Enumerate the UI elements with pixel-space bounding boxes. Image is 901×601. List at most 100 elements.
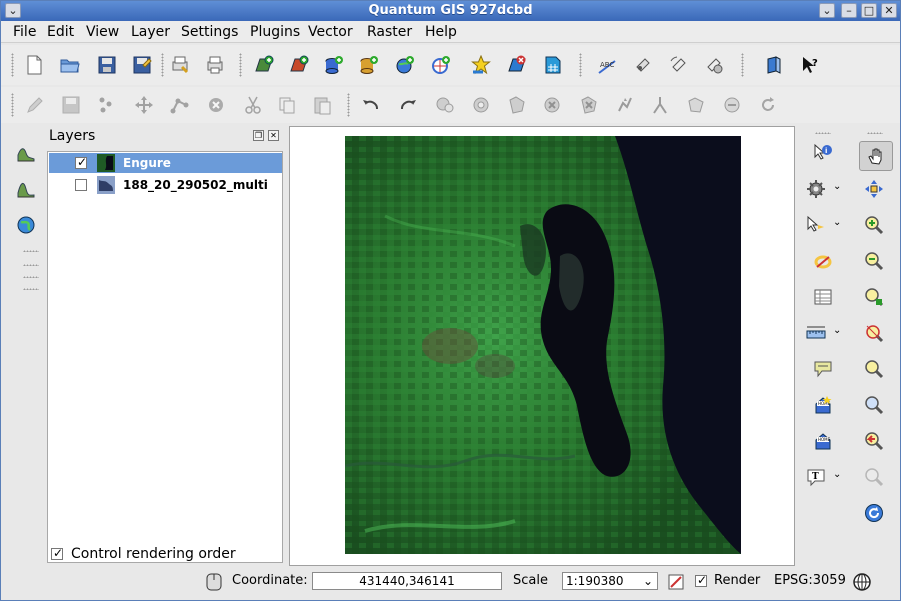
toolbar-grip[interactable]: [11, 53, 14, 77]
maximize-button[interactable]: □: [861, 3, 877, 18]
label-button[interactable]: ABC: [594, 52, 620, 78]
remove-layer-button[interactable]: [504, 52, 530, 78]
toolbar-grip[interactable]: [161, 53, 164, 77]
toggle-editing-button[interactable]: [22, 92, 48, 118]
minimize-button[interactable]: ⌄: [819, 3, 835, 18]
toggle-extents-button[interactable]: [201, 569, 227, 595]
delete-part-button[interactable]: [576, 92, 602, 118]
open-project-button[interactable]: [57, 52, 83, 78]
cut-features-button[interactable]: [240, 92, 266, 118]
render-checkbox[interactable]: [695, 573, 707, 587]
toolbar-grip[interactable]: [23, 264, 39, 266]
save-project-button[interactable]: [94, 52, 120, 78]
histogram-stretch-button[interactable]: [13, 140, 39, 166]
toolbar-grip[interactable]: [347, 93, 350, 117]
zoom-last-button[interactable]: [861, 392, 887, 418]
menu-help[interactable]: Help: [425, 24, 457, 40]
menu-layer[interactable]: Layer: [131, 24, 170, 40]
chevron-down-icon[interactable]: ⌄: [833, 469, 841, 480]
zoom-back-button[interactable]: [861, 428, 887, 454]
toolbar-grip[interactable]: [815, 132, 831, 134]
add-ring-button[interactable]: [468, 92, 494, 118]
new-bookmark-button[interactable]: HOME: [810, 392, 836, 418]
redo-button[interactable]: [395, 92, 421, 118]
move-feature-button[interactable]: [131, 92, 157, 118]
merge-attributes-button[interactable]: [719, 92, 745, 118]
delete-ring-button[interactable]: [539, 92, 565, 118]
whats-this-button[interactable]: ?: [797, 52, 823, 78]
menu-view[interactable]: View: [86, 24, 119, 40]
close-panel-button[interactable]: ✕: [268, 130, 279, 141]
help-contents-button[interactable]: [761, 52, 787, 78]
zoom-in-button[interactable]: [861, 212, 887, 238]
delete-selected-button[interactable]: [203, 92, 229, 118]
add-wms-layer-button[interactable]: [392, 52, 418, 78]
deselect-button[interactable]: [810, 248, 836, 274]
globe-button[interactable]: [13, 212, 39, 238]
toolbar-grip[interactable]: [23, 288, 39, 290]
add-vector-layer-button[interactable]: [251, 52, 277, 78]
menu-vector[interactable]: Vector: [308, 24, 353, 40]
control-rendering-checkbox[interactable]: [51, 546, 63, 560]
text-annotation-button[interactable]: T: [803, 464, 829, 490]
measure-line-button[interactable]: [803, 320, 829, 346]
split-features-button[interactable]: [647, 92, 673, 118]
menu-settings[interactable]: Settings: [181, 24, 238, 40]
scale-combobox[interactable]: 1:190380 ⌄: [562, 572, 658, 590]
projection-button[interactable]: [849, 569, 875, 595]
toolbar-grip[interactable]: [579, 53, 582, 77]
copy-features-button[interactable]: [274, 92, 300, 118]
layer-row[interactable]: Engure: [49, 153, 282, 173]
layer-list[interactable]: Engure 188_20_290502_multi: [47, 151, 283, 563]
add-wcs-layer-button[interactable]: [428, 52, 454, 78]
save-edits-button[interactable]: [58, 92, 84, 118]
save-as-button[interactable]: [129, 52, 155, 78]
zoom-actual-button[interactable]: [861, 356, 887, 382]
zoom-to-selection-button[interactable]: [861, 284, 887, 310]
new-project-button[interactable]: [21, 52, 47, 78]
toolbar-grip[interactable]: [867, 132, 883, 134]
menu-raster[interactable]: Raster: [367, 24, 412, 40]
print-button[interactable]: [202, 52, 228, 78]
reshape-features-button[interactable]: [612, 92, 638, 118]
rotate-label-button[interactable]: [665, 52, 691, 78]
toolbar-grip[interactable]: [239, 53, 242, 77]
chevron-down-icon[interactable]: ⌄: [833, 217, 841, 228]
run-feature-action-button[interactable]: [803, 176, 829, 202]
add-postgis-layer-button[interactable]: [321, 52, 347, 78]
change-label-button[interactable]: [701, 52, 727, 78]
stop-rendering-button[interactable]: [663, 569, 689, 595]
add-part-button[interactable]: [504, 92, 530, 118]
node-tool-button[interactable]: [167, 92, 193, 118]
select-features-button[interactable]: [803, 212, 829, 238]
undo-button[interactable]: [358, 92, 384, 118]
new-raster-button[interactable]: [540, 52, 566, 78]
map-canvas[interactable]: [289, 126, 795, 566]
print-composer-button[interactable]: [167, 52, 193, 78]
layer-visibility-checkbox[interactable]: [75, 155, 87, 169]
epsg-label[interactable]: EPSG:3059: [774, 573, 846, 588]
pan-map-button[interactable]: [859, 141, 893, 171]
coordinate-field[interactable]: 431440,346141: [312, 572, 502, 590]
attribute-table-button[interactable]: [810, 284, 836, 310]
zoom-out-button[interactable]: [861, 248, 887, 274]
map-tips-button[interactable]: [810, 356, 836, 382]
toolbar-grip[interactable]: [11, 93, 14, 117]
add-raster-layer-button[interactable]: [286, 52, 312, 78]
zoom-next-button[interactable]: [861, 464, 887, 490]
zoom-to-layer-button[interactable]: [861, 320, 887, 346]
layer-visibility-checkbox[interactable]: [75, 179, 87, 191]
zoom-full-button[interactable]: [861, 176, 887, 202]
simplify-feature-button[interactable]: [432, 92, 458, 118]
chevron-down-icon[interactable]: ⌄: [833, 181, 841, 192]
menu-plugins[interactable]: Plugins: [250, 24, 300, 40]
layer-row[interactable]: 188_20_290502_multi: [49, 175, 282, 195]
minimize-to-bar-button[interactable]: –: [841, 3, 857, 18]
add-spatialite-layer-button[interactable]: [356, 52, 382, 78]
control-rendering-order[interactable]: Control rendering order: [51, 546, 236, 562]
local-histogram-button[interactable]: [13, 176, 39, 202]
new-shapefile-button[interactable]: [468, 52, 494, 78]
add-feature-button[interactable]: [93, 92, 119, 118]
chevron-down-icon[interactable]: ⌄: [833, 325, 841, 336]
rotate-symbols-button[interactable]: [755, 92, 781, 118]
